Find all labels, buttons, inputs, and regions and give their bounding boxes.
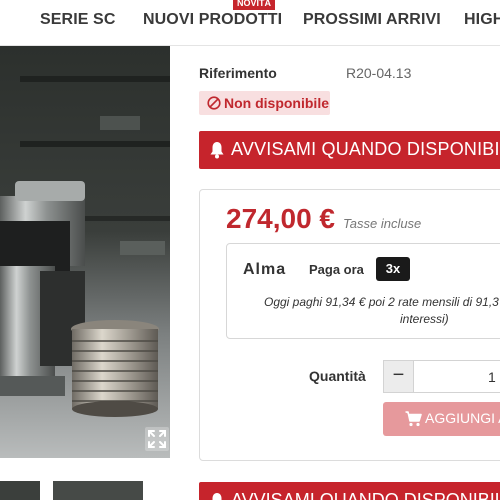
quantity-decrease-button[interactable]: − xyxy=(383,360,414,393)
expand-image-button[interactable] xyxy=(145,427,169,451)
nav-item-high[interactable]: HIGH xyxy=(464,11,500,29)
availability-text: Non disponibile xyxy=(224,95,329,111)
quantity-input[interactable]: 1 xyxy=(414,360,500,393)
new-badge: NOVITÀ xyxy=(233,0,276,10)
quantity-label: Quantità xyxy=(309,368,366,384)
quantity-value: 1 xyxy=(488,369,496,385)
tax-note: Tasse incluse xyxy=(343,216,422,231)
nav-item-prossimi-arrivi[interactable]: PROSSIMI ARRIVI xyxy=(303,11,441,29)
ban-icon xyxy=(207,96,221,110)
expand-icon xyxy=(148,430,166,448)
sticky-notify-label: AVVISAMI QUANDO DISPONIBILE xyxy=(231,490,500,500)
reference-label: Riferimento xyxy=(199,65,277,81)
alma-logo: Alma xyxy=(243,261,287,278)
product-photo xyxy=(0,46,170,458)
installments-option[interactable]: 3x xyxy=(376,257,410,281)
nav-item-nuovi-prodotti[interactable]: NUOVI PRODOTTI xyxy=(143,11,282,29)
notify-button-label: AVVISAMI QUANDO DISPONIBILE xyxy=(231,139,500,159)
alma-payment-widget[interactable] xyxy=(226,243,500,339)
add-to-cart-label: AGGIUNGI A xyxy=(425,410,500,426)
pay-now-option[interactable]: Paga ora xyxy=(309,262,364,277)
thumbnail-1[interactable] xyxy=(0,481,40,500)
sticky-notify-button[interactable]: AVVISAMI QUANDO DISPONIBILE xyxy=(199,482,500,500)
reference-value: R20-04.13 xyxy=(346,65,412,81)
alma-description-line2: interessi) xyxy=(400,312,449,326)
thumbnail-2[interactable] xyxy=(53,481,143,500)
availability-badge: Non disponibile xyxy=(199,91,330,115)
product-image[interactable] xyxy=(0,46,170,458)
notify-when-available-button[interactable]: AVVISAMI QUANDO DISPONIBILE xyxy=(199,131,500,169)
product-page: SERIE SC NUOVI PRODOTTI NOVITÀ PROSSIMI … xyxy=(0,0,500,500)
alma-description-line1: Oggi paghi 91,34 € poi 2 rate mensili di… xyxy=(264,295,499,309)
product-price: 274,00 € xyxy=(226,203,335,234)
bell-icon xyxy=(210,142,224,159)
nav-item-serie-sc[interactable]: SERIE SC xyxy=(40,11,116,29)
bell-icon xyxy=(212,493,222,500)
top-navigation: SERIE SC NUOVI PRODOTTI NOVITÀ PROSSIMI … xyxy=(0,0,500,46)
add-to-cart-button[interactable]: AGGIUNGI A xyxy=(383,402,500,436)
cart-icon xyxy=(405,411,422,427)
